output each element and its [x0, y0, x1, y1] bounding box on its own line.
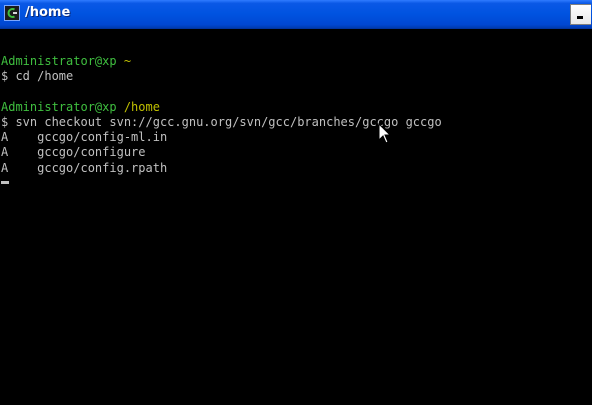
prompt-line: Administrator@xp ~ — [1, 54, 592, 69]
minimize-button[interactable] — [570, 4, 591, 25]
minimize-icon — [577, 16, 583, 19]
window-title: /home — [25, 5, 71, 20]
command-line: $ cd /home — [1, 69, 74, 84]
title-bar[interactable]: /home — [0, 0, 592, 29]
cygwin-terminal-icon[interactable] — [4, 5, 20, 21]
text-cursor — [1, 180, 9, 184]
prompt-path: /home — [123, 99, 160, 114]
terminal-window: /home Administrator@xp ~ $ cd /home Admi… — [0, 0, 592, 405]
output-line: A gccgo/config.rpath — [1, 160, 168, 175]
prompt-user: Administrator@xp — [1, 54, 117, 69]
prompt-line: Administrator@xp /home — [1, 100, 592, 115]
output-line: A gccgo/config-ml.in — [1, 130, 168, 145]
output-line: A gccgo/configure — [1, 145, 146, 160]
mouse-pointer-icon — [378, 123, 392, 144]
command-line: $ svn checkout svn://gcc.gnu.org/svn/gcc… — [1, 114, 442, 129]
prompt-user: Administrator@xp — [1, 99, 117, 114]
terminal-output[interactable]: Administrator@xp ~ $ cd /home Administra… — [0, 29, 592, 405]
prompt-path: ~ — [123, 54, 132, 69]
